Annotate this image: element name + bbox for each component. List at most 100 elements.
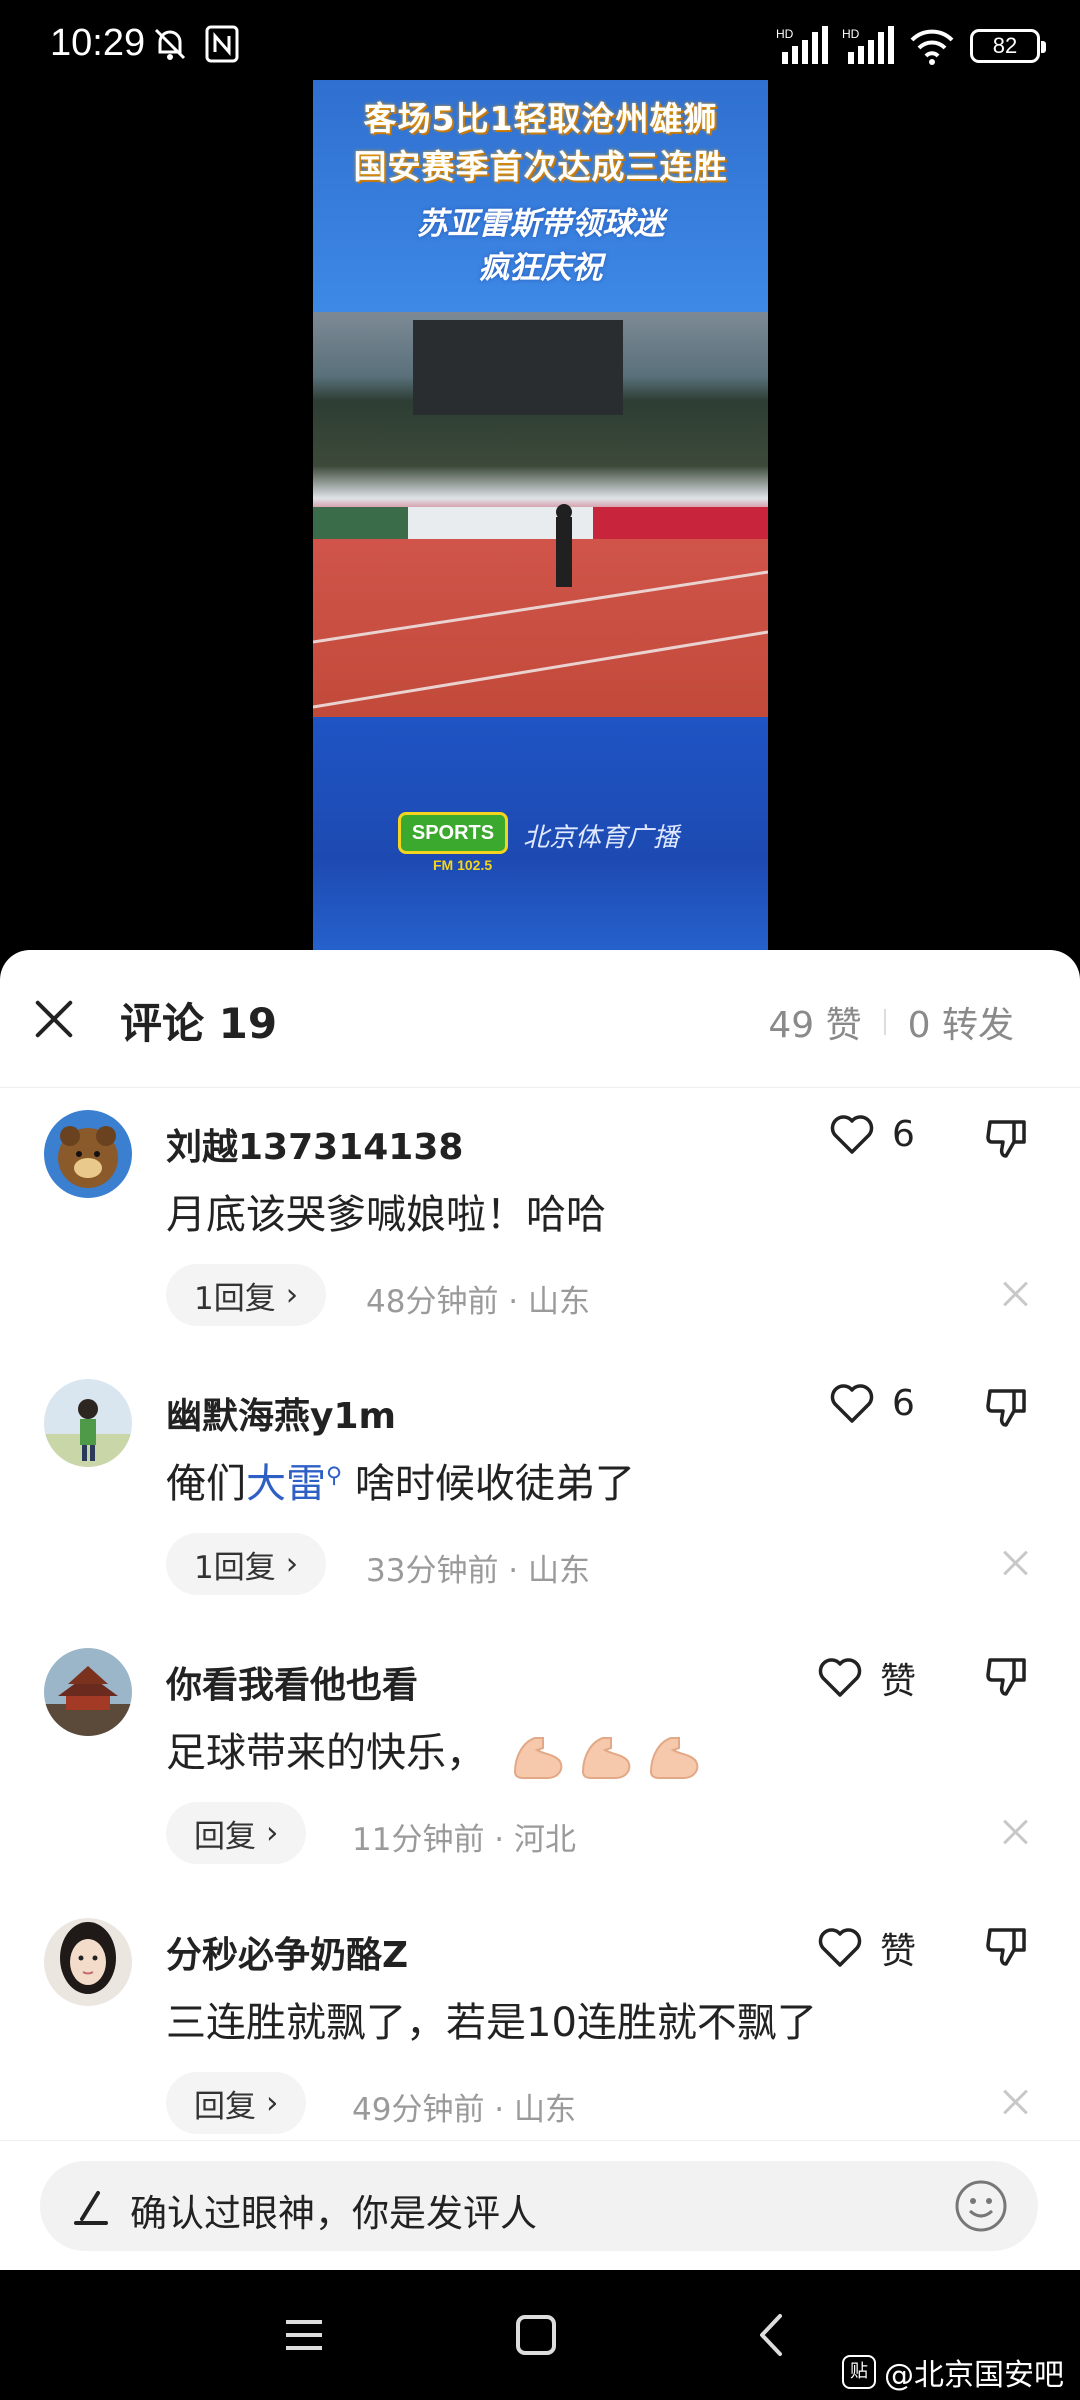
wifi-icon <box>910 29 954 65</box>
comment-sheet: 评论 19 49 赞 0 转发 刘越137314138 月底该哭爹喊娘啦！哈哈 … <box>0 950 1080 2270</box>
comment-input-bar: 确认过眼神，你是发评人 <box>0 2140 1080 2270</box>
comment-meta: 49分钟前 · 山东 <box>352 2092 577 2128</box>
avatar[interactable] <box>44 1918 132 2006</box>
comment-text-part: 足球带来的快乐， <box>166 1730 486 1776</box>
sports-logo: SPORTS <box>398 812 508 854</box>
heart-icon <box>830 1114 874 1154</box>
svg-text:HD: HD <box>842 27 860 41</box>
status-icons-left <box>150 24 240 64</box>
likes-count[interactable]: 49 赞 <box>768 996 861 1048</box>
status-time: 10:29 <box>50 22 146 64</box>
chevron-right-icon: › <box>285 1277 299 1313</box>
watermark-badge: 贴 <box>842 2355 876 2389</box>
chevron-right-icon: › <box>266 2085 279 2121</box>
heart-icon <box>818 1658 862 1697</box>
comment-item: 刘越137314138 月底该哭爹喊娘啦！哈哈 6 1回复 › 48分钟前 · 山… <box>0 1088 1080 1358</box>
avatar[interactable] <box>44 1379 132 1467</box>
search-icon[interactable]: ⚲ <box>326 1464 342 1489</box>
chevron-right-icon: › <box>266 1815 279 1851</box>
reposts-count[interactable]: 0 转发 <box>908 996 1014 1048</box>
comment-meta: 48分钟前 · 山东 <box>366 1284 591 1320</box>
reply-label: 1回复 <box>194 1549 276 1586</box>
video-title-panel: 客场5比1轻取沧州雄狮 国安赛季首次达成三连胜 苏亚雷斯带领球迷 疯狂庆祝 <box>313 80 768 312</box>
comment-username[interactable]: 刘越137314138 <box>166 1118 463 1170</box>
flexed-biceps-emoji-icon <box>649 1737 699 1779</box>
comment-input-placeholder: 确认过眼神，你是发评人 <box>130 2192 537 2235</box>
comment-text-part: 俺们 <box>166 1461 246 1507</box>
reply-label: 回复 <box>194 2088 256 2125</box>
dislike-icon[interactable] <box>982 1922 1030 1970</box>
menu-icon[interactable] <box>274 2310 334 2360</box>
stats-divider <box>883 1009 886 1035</box>
flexed-biceps-emoji-icon <box>513 1737 563 1779</box>
dismiss-icon[interactable] <box>1000 1547 1032 1579</box>
reply-chip[interactable]: 回复 › <box>166 2072 307 2134</box>
pen-icon <box>74 2191 108 2225</box>
mute-bell-icon <box>154 28 186 60</box>
dismiss-icon[interactable] <box>1000 1278 1032 1310</box>
video-headline-2: 国安赛季首次达成三连胜 <box>353 147 728 186</box>
comment-text: 三连胜就飘了，若是10连胜就不飘了 <box>166 2000 817 2046</box>
dislike-icon[interactable] <box>982 1652 1030 1700</box>
comment-text: 月底该哭爹喊娘啦！哈哈 <box>166 1192 606 1238</box>
reply-chip[interactable]: 1回复 › <box>166 1264 327 1326</box>
radio-name: 北京体育广播 <box>523 823 680 853</box>
comment-username[interactable]: 幽默海燕y1m <box>166 1387 396 1439</box>
video-branding-panel: SPORTS FM 102.5 北京体育广播 <box>313 717 768 952</box>
like-count: 6 <box>892 1114 915 1155</box>
dismiss-icon[interactable] <box>1000 1816 1032 1848</box>
like-label: 赞 <box>880 1661 917 1702</box>
reply-label: 回复 <box>194 1818 256 1855</box>
comments-title: 评论 19 <box>120 999 278 1048</box>
video-headline-1: 客场5比1轻取沧州雄狮 <box>363 99 718 138</box>
like-label: 赞 <box>880 1931 917 1972</box>
home-icon[interactable] <box>506 2310 566 2360</box>
comment-item: 分秒必争奶酪Z 三连胜就飘了，若是10连胜就不飘了 赞 回复 › 49分钟前 · … <box>0 1896 1080 2166</box>
stadium-illustration <box>313 320 768 709</box>
reply-chip[interactable]: 1回复 › <box>166 1533 327 1595</box>
comment-sheet-header: 评论 19 49 赞 0 转发 <box>0 950 1080 1088</box>
comment-meta: 11分钟前 · 河北 <box>352 1822 577 1858</box>
back-icon[interactable] <box>742 2310 802 2360</box>
avatar[interactable] <box>44 1648 132 1736</box>
svg-text:HD: HD <box>776 27 794 41</box>
watermark: 贴 @北京国安吧 <box>842 2350 1064 2394</box>
comment-text-part: 啥时候收徒弟了 <box>342 1461 635 1507</box>
like-count: 6 <box>892 1383 915 1424</box>
emoji-icon[interactable] <box>954 2179 1008 2233</box>
video-stadium-scene <box>313 312 768 717</box>
chevron-right-icon: › <box>285 1546 299 1582</box>
sports-fm-label: FM 102.5 <box>433 857 493 873</box>
mention-link[interactable]: 大雷 <box>246 1461 326 1507</box>
nfc-icon <box>205 25 239 63</box>
comment-item: 幽默海燕y1m 俺们大雷⚲ 啥时候收徒弟了 6 1回复 › 33分钟前 · 山东 <box>0 1357 1080 1627</box>
comment-meta: 33分钟前 · 山东 <box>366 1553 591 1589</box>
video-subline-1: 苏亚雷斯带领球迷 <box>416 206 665 242</box>
reply-label: 1回复 <box>194 1280 276 1317</box>
battery-indicator: 82 <box>970 29 1046 63</box>
dismiss-icon[interactable] <box>1000 2086 1032 2118</box>
signal-1-icon: HD <box>776 26 828 64</box>
heart-icon <box>830 1383 874 1423</box>
like-button[interactable]: 6 <box>830 1114 915 1155</box>
video-player[interactable]: 客场5比1轻取沧州雄狮 国安赛季首次达成三连胜 苏亚雷斯带领球迷 疯狂庆祝 SP… <box>313 80 768 952</box>
avatar[interactable] <box>44 1110 132 1198</box>
dislike-icon[interactable] <box>982 1383 1030 1431</box>
comment-username[interactable]: 分秒必争奶酪Z <box>166 1926 408 1978</box>
like-button[interactable]: 赞 <box>818 1922 916 1974</box>
comment-input[interactable]: 确认过眼神，你是发评人 <box>40 2161 1038 2251</box>
watermark-text: @北京国安吧 <box>884 2358 1064 2393</box>
comment-username[interactable]: 你看我看他也看 <box>166 1656 418 1708</box>
comment-item: 你看我看他也看 足球带来的快乐， 赞 回复 › 11分钟前 · 河北 <box>0 1626 1080 1896</box>
close-icon[interactable] <box>32 996 76 1040</box>
flexed-biceps-emoji-icon <box>581 1737 631 1779</box>
reply-chip[interactable]: 回复 › <box>166 1802 307 1864</box>
signal-2-icon: HD <box>842 26 894 64</box>
video-subline-2: 疯狂庆祝 <box>478 250 603 286</box>
heart-icon <box>818 1928 862 1967</box>
dislike-icon[interactable] <box>982 1114 1030 1162</box>
like-button[interactable]: 6 <box>830 1383 915 1424</box>
comment-text: 俺们大雷⚲ 啥时候收徒弟了 <box>166 1451 635 1509</box>
system-nav-bar: 贴 @北京国安吧 <box>0 2270 1080 2400</box>
like-button[interactable]: 赞 <box>818 1652 916 1704</box>
